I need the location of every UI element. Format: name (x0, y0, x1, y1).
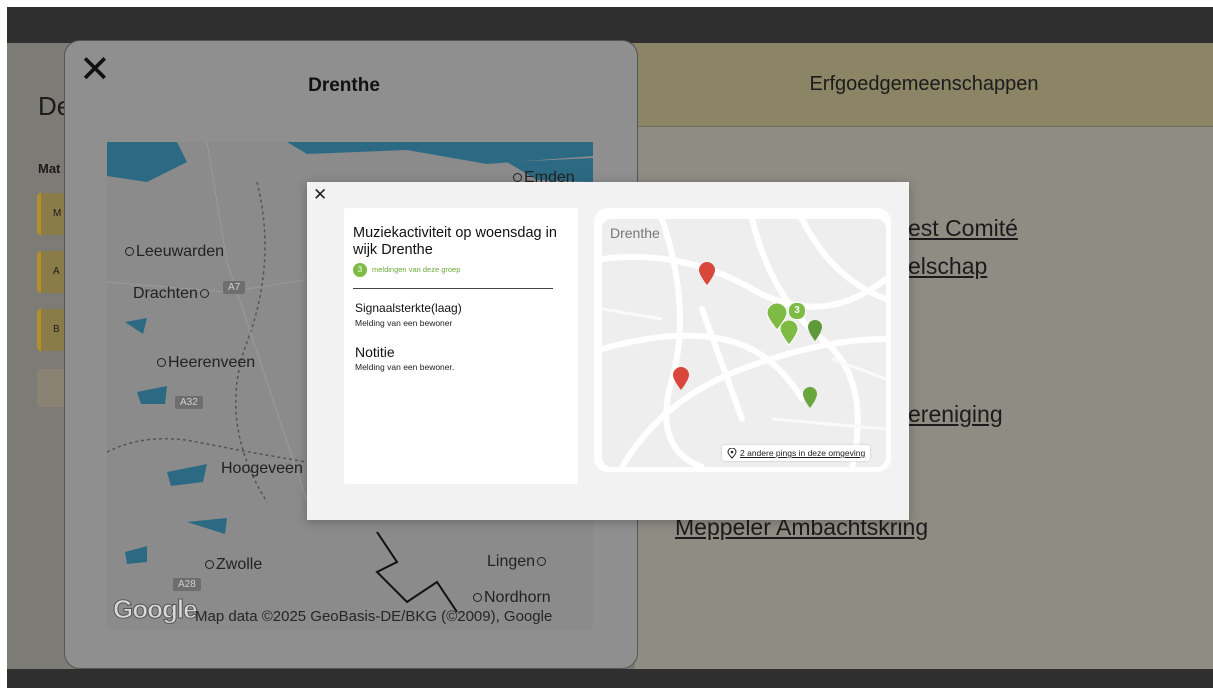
province-title: Drenthe (308, 75, 380, 96)
map-city-nordhorn: Nordhorn (471, 589, 551, 607)
other-pings-button[interactable]: 2 andere pings in deze omgeving (722, 445, 871, 461)
map-city-leeuwarden: Leeuwarden (123, 243, 224, 261)
org-link-1[interactable]: est Comité (908, 215, 1018, 242)
location-pin-icon (727, 447, 737, 459)
mini-map-label: Drenthe (610, 225, 660, 241)
green-pin-icon[interactable] (802, 387, 818, 409)
google-logo: Google (113, 594, 199, 625)
map-city-drachten: Drachten (133, 285, 211, 303)
city-dot-icon (157, 358, 166, 368)
group-count-text[interactable]: meldingen van deze groep (372, 265, 460, 274)
notification-title: Muziekactiviteit op woensdag in wijk Dre… (353, 225, 557, 258)
road-badge-a7: A7 (223, 281, 246, 294)
note-title: Notitie (355, 344, 395, 360)
map-city-hoogeveen: Hoogeveen (221, 460, 303, 477)
mini-map-card: Drenthe 3 2 andere pings in deze omgevin… (594, 208, 891, 472)
mini-map-streets (602, 219, 886, 467)
signal-strength-subtitle: Melding van een bewoner (355, 318, 453, 328)
group-count-badge: 3 (353, 263, 367, 277)
notification-modal: ✕ Muziekactiviteit op woensdag in wijk D… (307, 182, 909, 520)
green-pin-icon[interactable] (779, 320, 799, 346)
map-city-zwolle: Zwolle (203, 556, 262, 574)
modal-close-icon[interactable]: ✕ (313, 185, 327, 205)
cluster-count-badge[interactable]: 3 (788, 302, 806, 320)
heritage-panel-title: Erfgoedgemeenschappen (635, 43, 1213, 127)
city-dot-icon (125, 247, 134, 257)
org-link-2[interactable]: elschap (908, 253, 987, 280)
city-dot-icon (513, 173, 522, 183)
city-dot-icon (537, 557, 547, 567)
screen: De Mat M A B Erfgoedgemeenschappen est C… (7, 7, 1213, 688)
city-dot-icon (199, 289, 209, 299)
road-badge-a32: A32 (175, 396, 203, 409)
base-subheading: Mat (38, 161, 61, 176)
other-pings-text: 2 andere pings in deze omgeving (740, 448, 866, 458)
map-city-heerenveen: Heerenveen (155, 354, 255, 372)
mini-map[interactable]: Drenthe 3 2 andere pings in deze omgevin… (602, 219, 886, 467)
city-dot-icon (473, 593, 482, 603)
org-link-3[interactable]: ereniging (908, 401, 1003, 428)
city-dot-icon (205, 560, 214, 570)
map-attribution: Map data ©2025 GeoBasis-DE/BKG (©2009), … (195, 608, 553, 625)
notification-detail-card: Muziekactiviteit op woensdag in wijk Dre… (344, 208, 578, 484)
red-pin-icon[interactable] (698, 262, 716, 286)
red-pin-icon[interactable] (672, 367, 690, 391)
signal-strength-title: Signaalsterkte(laag) (355, 301, 462, 315)
detail-divider (353, 288, 553, 289)
map-city-lingen: Lingen (487, 553, 548, 571)
note-subtitle: Melding van een bewoner. (355, 362, 455, 372)
green-pin-icon[interactable] (807, 320, 823, 342)
road-badge-a28: A28 (173, 578, 201, 591)
